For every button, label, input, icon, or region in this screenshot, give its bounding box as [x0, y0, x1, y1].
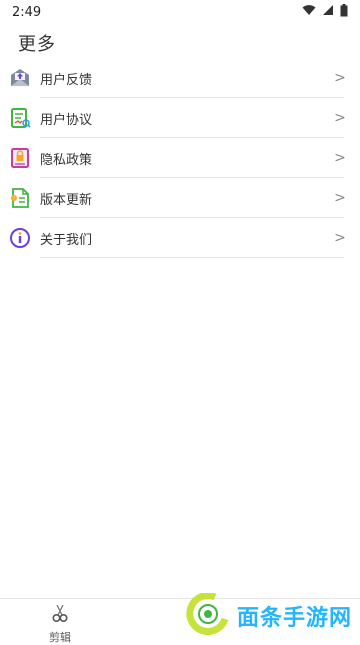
chevron-right-icon: > [334, 150, 346, 166]
scissors-icon [50, 604, 70, 627]
status-time: 2:49 [12, 4, 42, 20]
chevron-right-icon: > [334, 70, 346, 86]
menu-label: 隐私政策 [40, 152, 93, 168]
menu-item-privacy[interactable]: 隐私政策 > [0, 138, 360, 178]
chevron-right-icon: > [334, 110, 346, 126]
watermark-logo: 面条手游网 [185, 592, 352, 639]
update-icon: ! [0, 178, 40, 218]
feedback-icon [0, 58, 40, 98]
status-icons [302, 3, 348, 21]
agreement-icon [0, 98, 40, 138]
chevron-right-icon: > [334, 190, 346, 206]
wifi-icon [302, 4, 316, 20]
chevron-right-icon: > [334, 230, 346, 246]
menu-label: 关于我们 [40, 232, 93, 248]
menu-item-agreement[interactable]: 用户协议 > [0, 98, 360, 138]
divider [40, 257, 344, 258]
more-menu: 用户反馈 > 用户协议 > 隐私政策 > ! 版本更新 > 关于我们 > [0, 58, 360, 258]
menu-label: 用户协议 [40, 112, 93, 128]
menu-item-about[interactable]: 关于我们 > [0, 218, 360, 258]
battery-icon [340, 3, 348, 21]
svg-text:!: ! [13, 196, 15, 202]
menu-label: 版本更新 [40, 192, 93, 208]
menu-item-update[interactable]: ! 版本更新 > [0, 178, 360, 218]
menu-label: 用户反馈 [40, 72, 93, 88]
page-title: 更多 [18, 34, 56, 55]
watermark-circle-icon [185, 592, 231, 639]
tab-label: 剪辑 [49, 631, 71, 644]
privacy-icon [0, 138, 40, 178]
tab-edit[interactable]: 剪辑 [40, 604, 80, 644]
watermark-text: 面条手游网 [236, 606, 352, 631]
signal-icon [322, 4, 334, 20]
status-bar: 2:49 [0, 0, 360, 24]
bottom-navigation: 剪辑 面条手游网 [0, 592, 360, 644]
info-icon [0, 218, 40, 258]
menu-item-feedback[interactable]: 用户反馈 > [0, 58, 360, 98]
